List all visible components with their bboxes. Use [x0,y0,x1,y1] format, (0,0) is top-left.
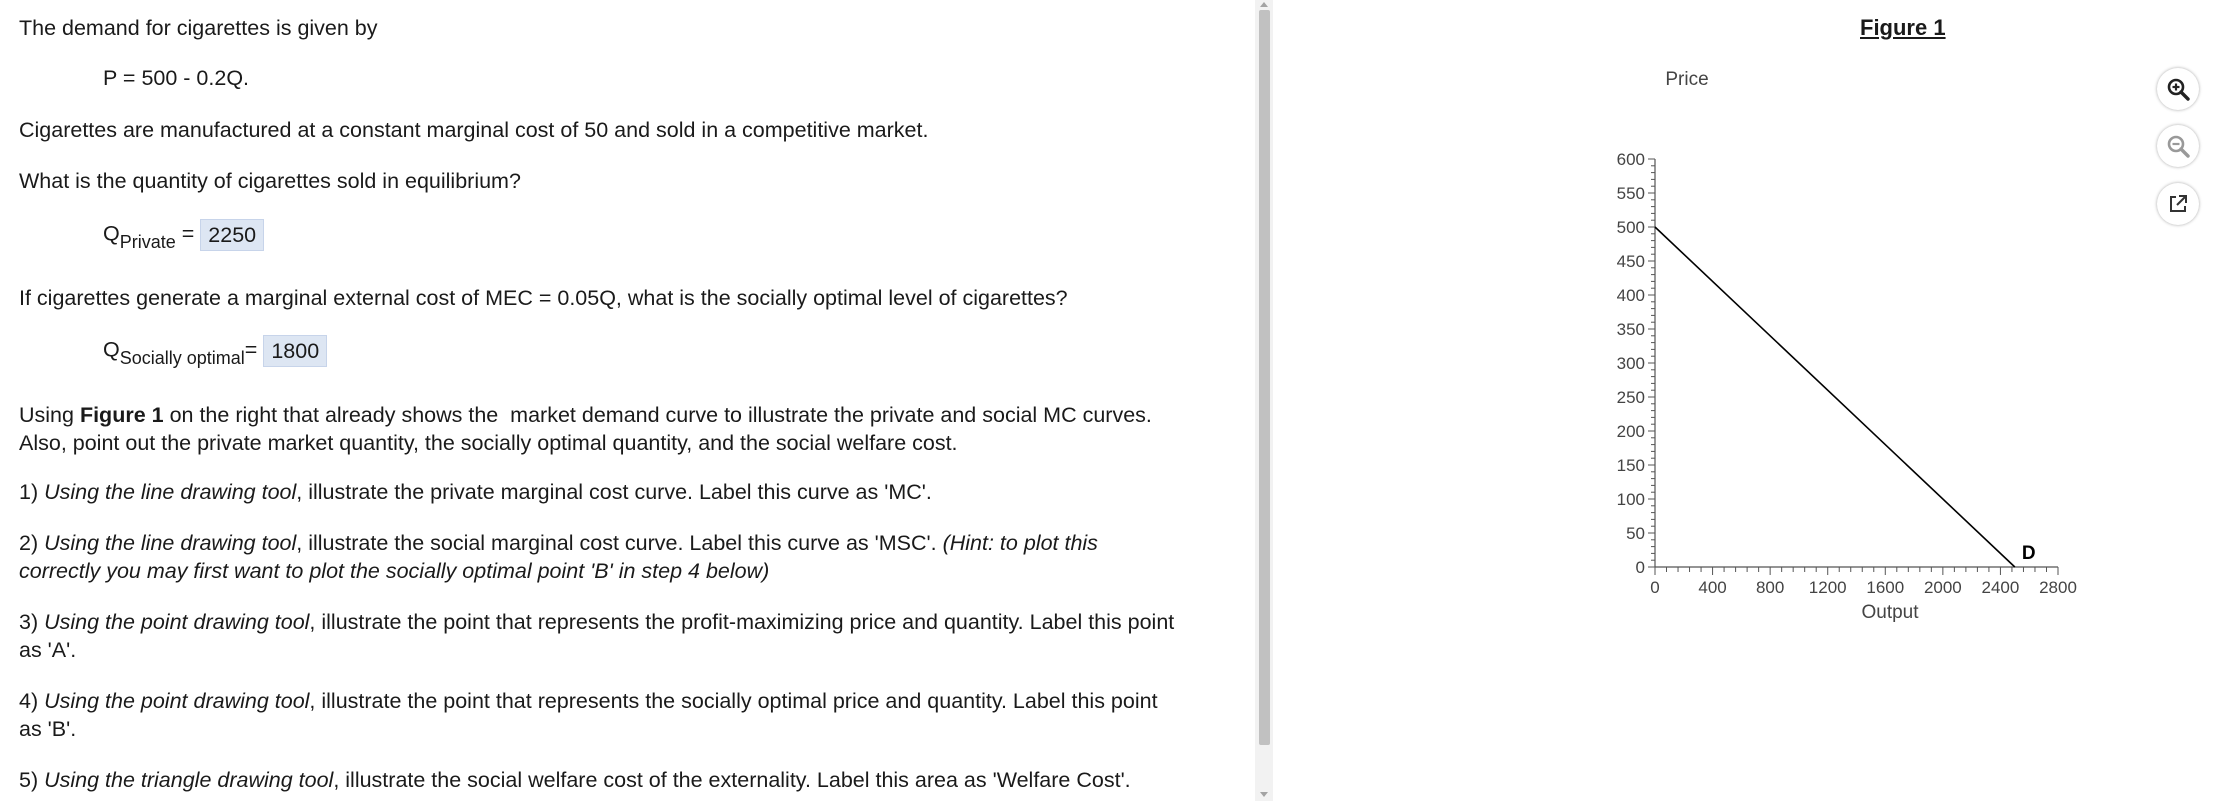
y-tick-label: 600 [1617,150,1645,169]
cost-statement: Cigarettes are manufactured at a constan… [19,118,929,142]
intro-text: The demand for cigarettes is given by [19,16,378,40]
step2-rest: , illustrate the social marginal cost cu… [296,531,943,555]
figure-title: Figure 1 [1860,15,1946,40]
q-private-answer-box[interactable]: 2250 [200,219,265,251]
q-social-label: Q [103,337,120,362]
step-4: 4) Using the point drawing tool, illustr… [19,687,1158,715]
x-tick-label: 2800 [2039,578,2077,597]
y-tick-label: 250 [1617,388,1645,407]
y-tick-label: 0 [1636,558,1645,577]
step4-num: 4) [19,689,45,713]
instructions-line-2: Also, point out the private market quant… [19,431,958,455]
x-tick-label: 1600 [1866,578,1904,597]
step2-hint-2: correctly you may first want to plot the… [19,559,770,583]
y-tick-label: 400 [1617,286,1645,305]
external-link-icon [2170,195,2187,212]
q-private-equals: = [175,221,201,246]
step2-hint-1: (Hint: to plot this [942,531,1098,555]
q-private-row: QPrivate = 2250 [103,219,265,252]
step3-num: 3) [19,610,45,634]
zoom-out-icon [2167,135,2190,158]
step1-num: 1) [19,480,45,504]
zoom-in-icon [2167,78,2190,101]
x-tick-label: 2000 [1924,578,1962,597]
step5-tool: Using the triangle drawing tool [44,768,334,792]
step2-num: 2) [19,531,45,555]
graph-axes [1654,159,2058,568]
y-tick-label: 50 [1626,524,1645,543]
y-tick-label: 100 [1617,490,1645,509]
step3-rest: , illustrate the point that represents t… [309,610,1175,634]
figure-reference: Figure 1 [79,403,164,427]
vertical-scrollbar[interactable] [1255,0,1273,801]
q-social-answer-box[interactable]: 1800 [263,335,328,367]
y-tick-label: 500 [1617,218,1645,237]
y-tick-label: 200 [1617,422,1645,441]
step-3-line-2: as 'A'. [19,638,77,662]
graph-ticks: 0 50 100 150 200 250 300 350 400 450 500 550 600 0 400… [1617,150,2077,597]
question-1: What is the quantity of cigarettes sold … [19,169,521,193]
question-panel: The demand for cigarettes is given by P … [0,0,1255,801]
x-tick-label: 1200 [1809,578,1847,597]
q-social-subscript: Socially optimal [119,347,245,368]
instructions-line-1: Using Figure 1 on the right that already… [19,401,1152,429]
q-private-subscript: Private [119,231,176,252]
demand-curve-line [1654,226,2016,568]
instr-c: on the right that already shows the mark… [163,403,1152,427]
demand-graph[interactable]: 0 50 100 150 200 250 300 350 400 450 500 550 600 0 400… [1575,60,2135,640]
step3-tool: Using the point drawing tool [44,610,310,634]
step-4-line-2: as 'B'. [19,717,77,741]
step-5: 5) Using the triangle drawing tool, illu… [19,766,1131,794]
step2-tool: Using the line drawing tool [44,531,297,555]
y-axis-label: Price [1665,69,1708,90]
scroll-up-arrow-icon[interactable] [1260,2,1268,7]
scroll-down-arrow-icon[interactable] [1260,792,1268,797]
y-tick-label: 550 [1617,184,1645,203]
zoom-in-button[interactable] [2157,68,2199,110]
step-1: 1) Using the line drawing tool, illustra… [19,478,932,506]
scrollbar-thumb[interactable] [1259,10,1270,745]
q-social-equals: = [244,337,264,362]
x-tick-label: 400 [1698,578,1726,597]
step5-num: 5) [19,768,45,792]
zoom-out-button[interactable] [2157,125,2199,167]
y-tick-label: 450 [1617,252,1645,271]
step1-rest: , illustrate the private marginal cost c… [296,480,932,504]
x-tick-label: 0 [1650,578,1659,597]
step4-rest: , illustrate the point that represents t… [309,689,1158,713]
step-3: 3) Using the point drawing tool, illustr… [19,608,1174,636]
y-tick-label: 150 [1617,456,1645,475]
q-private-label: Q [103,221,120,246]
instr-a: Using [19,403,80,427]
demand-equation: P = 500 - 0.2Q. [103,66,250,90]
y-tick-label: 350 [1617,320,1645,339]
step5-rest: , illustrate the social welfare cost of … [333,768,1131,792]
popout-button[interactable] [2157,183,2199,225]
q-social-row: QSocially optimal= 1800 [103,335,328,368]
graph-series: D [1654,226,2036,568]
x-tick-label: 800 [1756,578,1784,597]
x-axis-label: Output [1861,602,1919,623]
step-2-line-2: correctly you may first want to plot the… [19,557,769,585]
x-tick-label: 2400 [1982,578,2020,597]
step1-tool: Using the line drawing tool [44,480,297,504]
y-tick-label: 300 [1617,354,1645,373]
demand-curve-label: D [2022,543,2036,564]
step-2: 2) Using the line drawing tool, illustra… [19,529,1098,557]
question-2: If cigarettes generate a marginal extern… [19,286,1068,310]
step4-tool: Using the point drawing tool [44,689,310,713]
